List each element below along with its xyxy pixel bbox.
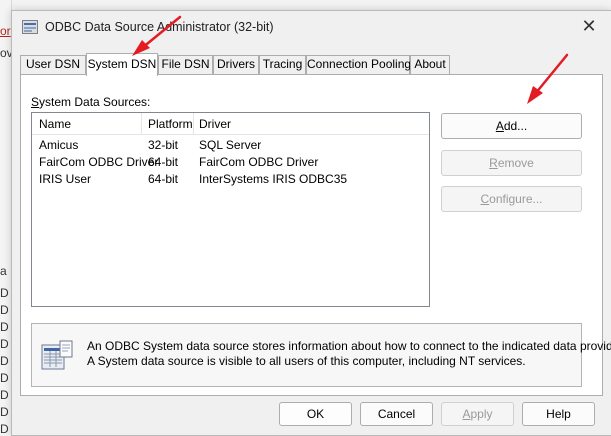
background-text: or — [0, 24, 11, 38]
tab-tracing[interactable]: Tracing — [259, 55, 306, 74]
row-platform: 32-bit — [148, 138, 179, 152]
background-text: D — [0, 320, 9, 334]
data-sources-list[interactable]: Name Platform Driver Amicus 32-bit SQL S… — [31, 112, 430, 307]
system-dsn-panel: System Data Sources: Name Platform Drive… — [20, 74, 611, 396]
table-row[interactable]: IRIS User 64-bit InterSystems IRIS ODBC3… — [32, 171, 429, 188]
cancel-button[interactable]: Cancel — [360, 402, 433, 426]
odbc-app-icon — [22, 20, 38, 34]
close-icon[interactable]: ✕ — [579, 16, 599, 36]
background-text: a — [0, 264, 7, 278]
apply-button[interactable]: Apply — [441, 402, 514, 426]
column-header-driver[interactable]: Driver — [199, 117, 231, 131]
row-platform: 64-bit — [148, 155, 179, 169]
title-bar[interactable]: ODBC Data Source Administrator (32-bit) … — [12, 11, 611, 44]
system-data-sources-label: System Data Sources: — [31, 95, 151, 109]
background-text: D — [0, 371, 9, 385]
background-text: D — [0, 422, 9, 436]
column-header-platform[interactable]: Platform — [148, 117, 193, 131]
row-name: Amicus — [39, 138, 79, 152]
screen: or ov a D D D D D D D D D ODBC Data Sour… — [0, 0, 611, 436]
data-source-info-icon — [41, 340, 73, 370]
table-row[interactable]: FairCom ODBC Driver 64-bit FairCom ODBC … — [32, 154, 429, 171]
info-box: An ODBC System data source stores inform… — [31, 323, 611, 387]
column-header-name[interactable]: Name — [39, 117, 71, 131]
background-text: D — [0, 286, 9, 300]
add-button[interactable]: Add... — [441, 113, 582, 139]
background-text: D — [0, 405, 9, 419]
tab-user-dsn[interactable]: User DSN — [20, 55, 86, 74]
tab-about[interactable]: About — [410, 55, 450, 74]
list-header: Name Platform Driver — [32, 113, 429, 135]
background-text: D — [0, 354, 9, 368]
tab-connection-pooling[interactable]: Connection Pooling — [306, 55, 411, 74]
window-title: ODBC Data Source Administrator (32-bit) — [45, 20, 274, 34]
tab-file-dsn[interactable]: File DSN — [158, 55, 213, 74]
background-text: D — [0, 337, 9, 351]
row-name: FairCom ODBC Driver — [39, 155, 159, 169]
column-separator — [141, 113, 142, 135]
tab-system-dsn[interactable]: System DSN — [86, 53, 158, 76]
help-button[interactable]: Help — [522, 402, 595, 426]
row-driver: SQL Server — [199, 138, 262, 152]
table-row[interactable]: Amicus 32-bit SQL Server — [32, 137, 429, 154]
ok-button[interactable]: OK — [279, 402, 352, 426]
background-text: D — [0, 388, 9, 402]
row-name: IRIS User — [39, 172, 92, 186]
configure-button[interactable]: Configure... — [441, 186, 582, 212]
remove-button[interactable]: Remove — [441, 150, 582, 176]
column-separator — [193, 113, 194, 135]
background-text: D — [0, 303, 9, 317]
info-text-line1: An ODBC System data source stores inform… — [87, 339, 611, 353]
row-platform: 64-bit — [148, 172, 179, 186]
tab-drivers[interactable]: Drivers — [213, 55, 259, 74]
row-driver: FairCom ODBC Driver — [199, 155, 319, 169]
info-text-line2: A System data source is visible to all u… — [87, 354, 526, 368]
odbc-dialog: ODBC Data Source Administrator (32-bit) … — [11, 10, 611, 436]
row-driver: InterSystems IRIS ODBC35 — [199, 172, 348, 186]
